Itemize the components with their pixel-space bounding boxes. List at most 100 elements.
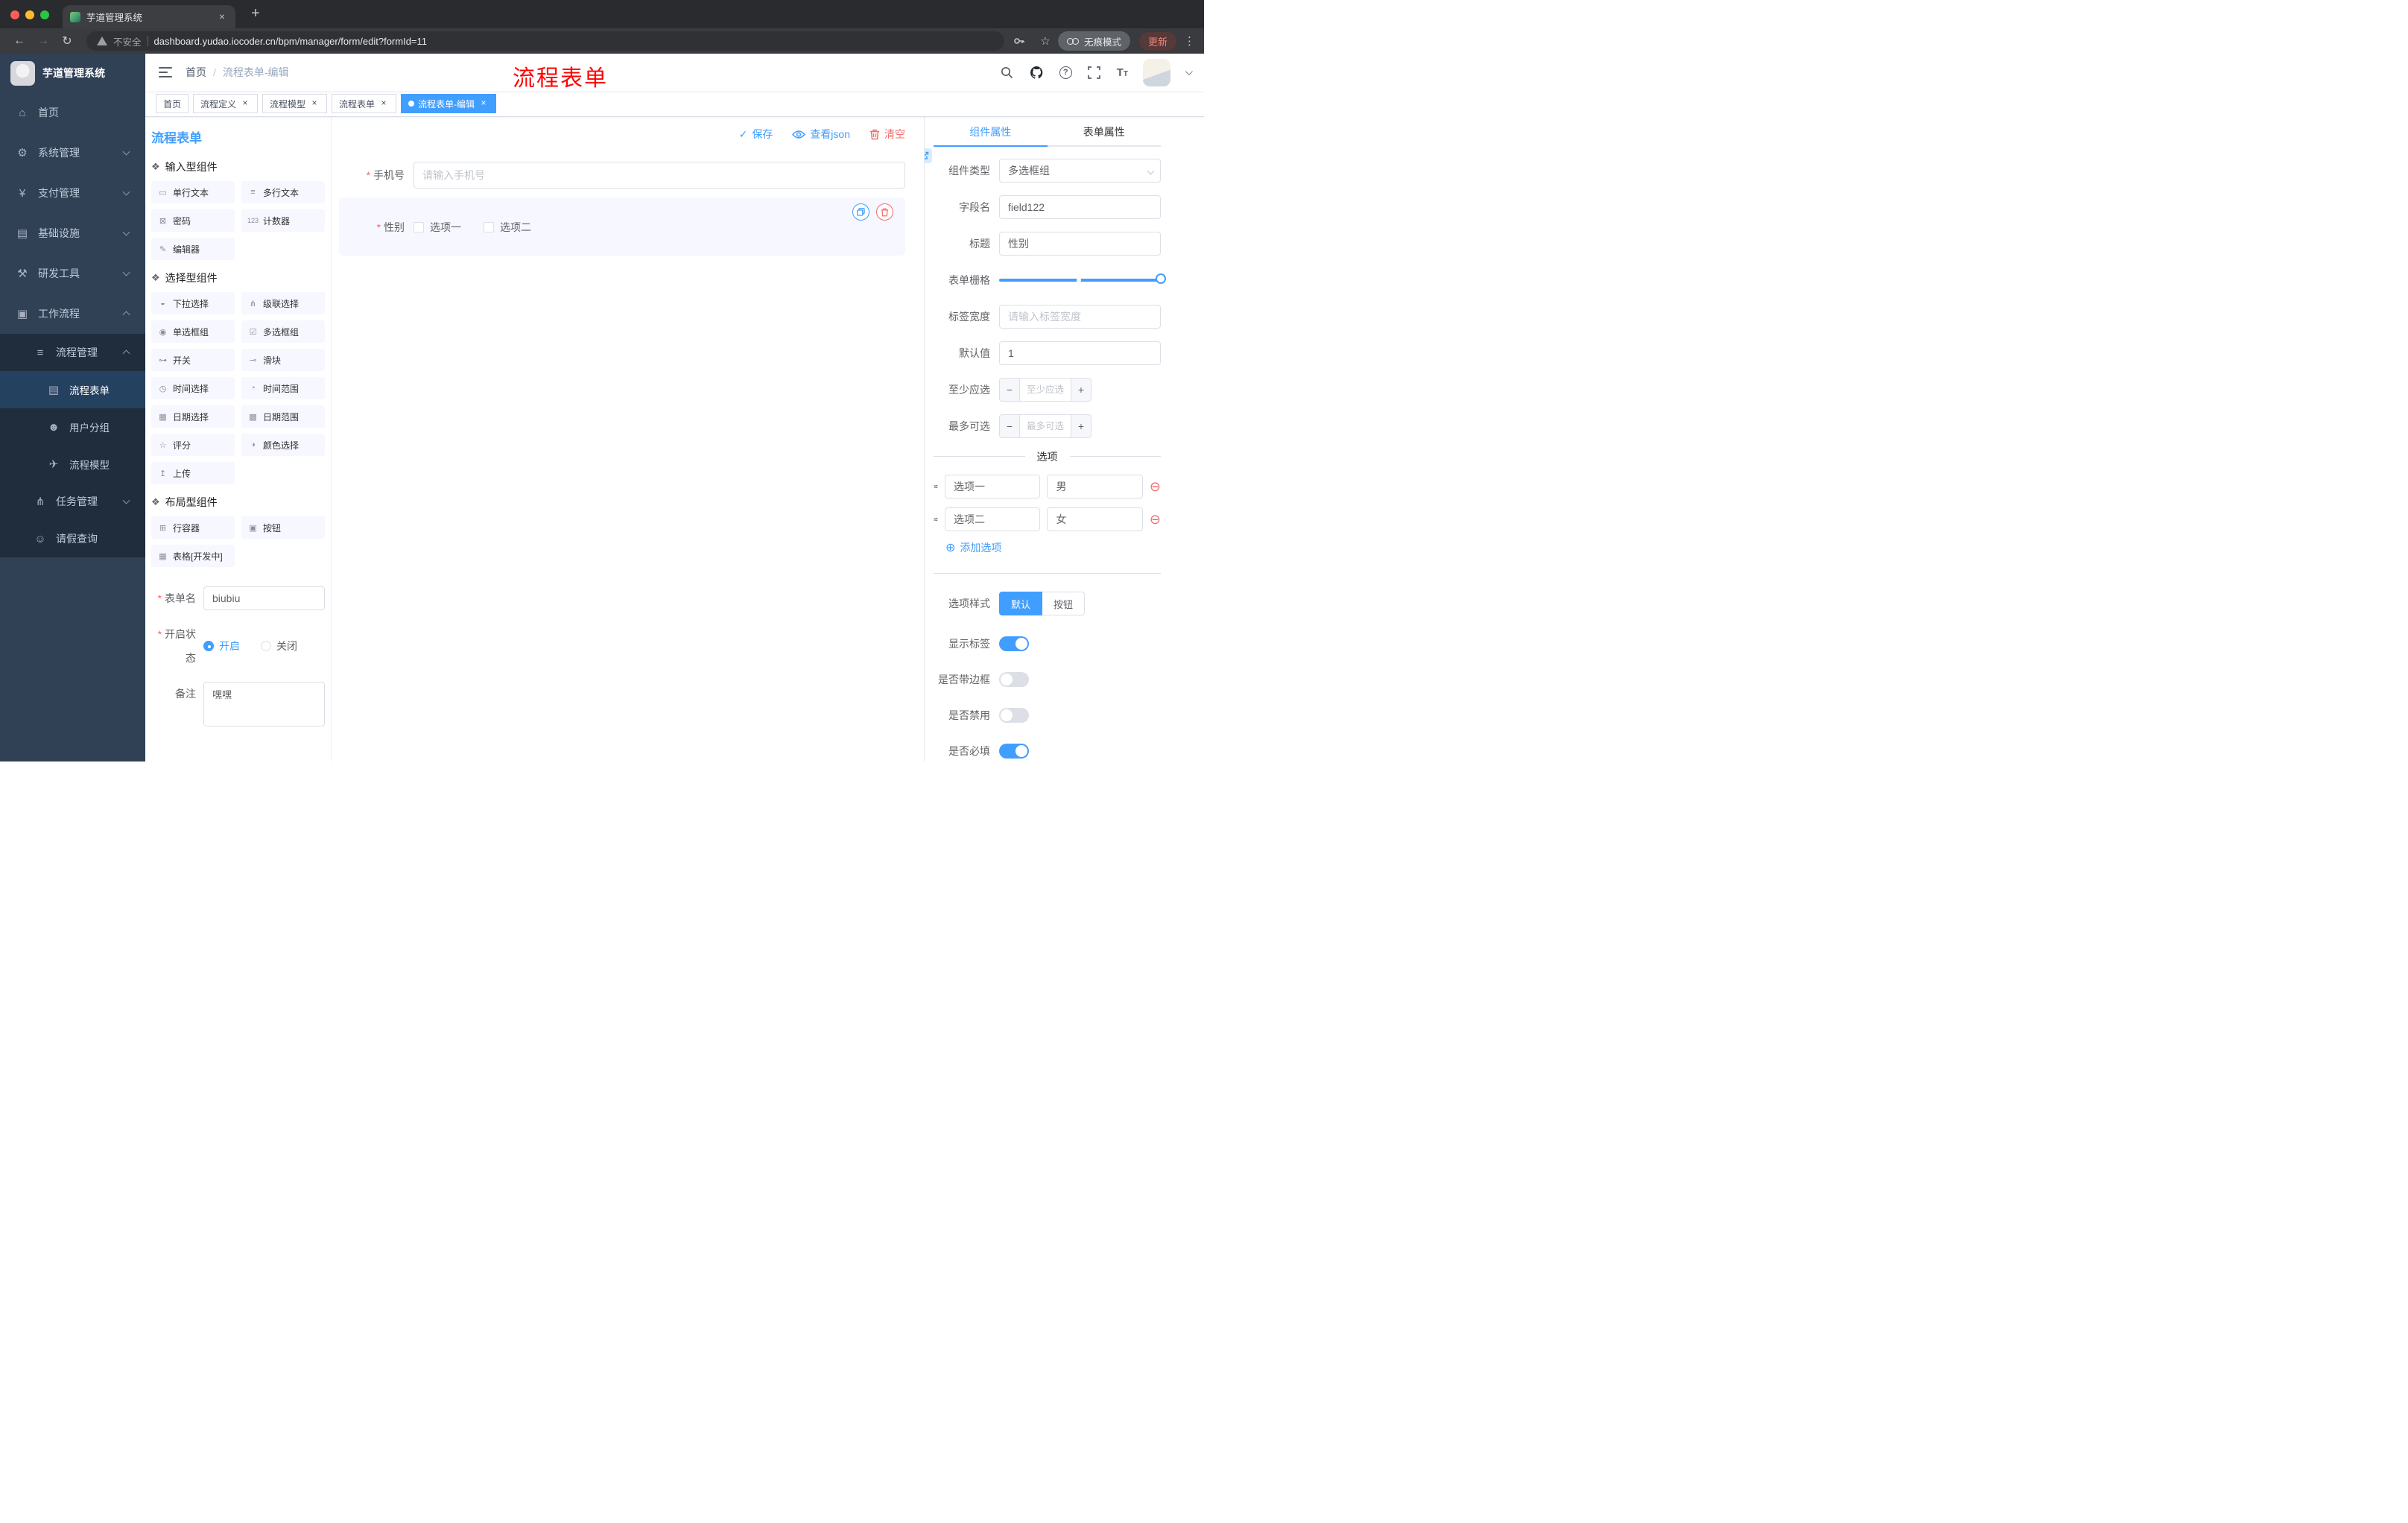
new-tab-button[interactable]: + — [246, 5, 265, 22]
palette-item-upload[interactable]: ↥ 上传 — [151, 462, 235, 484]
show-label-toggle[interactable] — [999, 636, 1029, 651]
help-icon[interactable]: ? — [1059, 66, 1072, 79]
view-json-button[interactable]: 查看json — [792, 127, 850, 142]
palette-item-date-range[interactable]: ▩ 日期范围 — [241, 405, 325, 428]
avatar-caret-icon[interactable] — [1185, 67, 1193, 75]
copy-component-button[interactable] — [852, 203, 869, 221]
tab-form-props[interactable]: 表单属性 — [1048, 117, 1162, 145]
sidebar-item-task-management[interactable]: ⋔ 任务管理 — [0, 483, 145, 520]
canvas-gender-field-selected[interactable]: 性别 选项一 选项二 — [339, 197, 905, 256]
palette-item-cascader[interactable]: ⋔ 级联选择 — [241, 292, 325, 314]
sidebar-item-infrastructure[interactable]: ▤ 基础设施 — [0, 213, 145, 253]
palette-item-password[interactable]: ⊠ 密码 — [151, 209, 235, 232]
tab-component-props[interactable]: 组件属性 — [934, 117, 1048, 147]
back-icon[interactable]: ← — [9, 34, 30, 48]
palette-item-single-line-text[interactable]: ▭ 单行文本 — [151, 181, 235, 203]
user-avatar[interactable] — [1143, 58, 1170, 86]
option-label-input[interactable] — [944, 475, 1041, 498]
default-value-input[interactable] — [999, 341, 1161, 365]
sidebar-item-leave-query[interactable]: ☺ 请假查询 — [0, 520, 145, 557]
field-name-input[interactable] — [999, 195, 1161, 219]
palette-item-counter[interactable]: 123 计数器 — [241, 209, 325, 232]
palette-item-table[interactable]: ▦ 表格[开发中] — [151, 545, 235, 567]
maximize-window-button[interactable] — [40, 10, 49, 19]
palette-item-switch[interactable]: ⊶ 开关 — [151, 349, 235, 371]
sidebar-item-user-group[interactable]: ☻ 用户分组 — [0, 408, 145, 446]
palette-item-time-picker[interactable]: ◷ 时间选择 — [151, 377, 235, 399]
option-value-input[interactable] — [1047, 475, 1143, 498]
slider-handle[interactable] — [1156, 273, 1166, 284]
form-canvas[interactable]: 手机号 性别 — [339, 151, 905, 762]
sidebar-item-workflow[interactable]: ▣ 工作流程 — [0, 294, 145, 334]
tagsview-tab-home[interactable]: 首页 — [156, 94, 189, 113]
bookmark-star-icon[interactable]: ☆ — [1036, 34, 1055, 48]
collapse-sidebar-icon[interactable] — [159, 67, 172, 77]
border-toggle[interactable] — [999, 672, 1029, 687]
palette-item-select[interactable]: ◒ 下拉选择 — [151, 292, 235, 314]
tab-close-icon[interactable]: × — [216, 10, 228, 23]
component-type-value[interactable] — [999, 159, 1161, 183]
option-label-input[interactable] — [944, 507, 1041, 531]
browser-tab[interactable]: 芋道管理系统 × — [63, 5, 235, 28]
breadcrumb-home[interactable]: 首页 — [186, 65, 206, 80]
increase-button[interactable]: + — [1071, 379, 1091, 401]
fullscreen-icon[interactable] — [1087, 65, 1102, 80]
font-size-icon[interactable]: TT — [1117, 66, 1128, 79]
reload-icon[interactable]: ↻ — [57, 34, 77, 48]
sidebar-item-process-model[interactable]: ✈ 流程模型 — [0, 446, 145, 483]
add-option-button[interactable]: ⊕ 添加选项 — [945, 540, 1161, 555]
forward-icon[interactable]: → — [33, 34, 54, 48]
decrease-button[interactable]: − — [1000, 379, 1020, 401]
palette-item-multi-line-text[interactable]: ≡ 多行文本 — [241, 181, 325, 203]
close-icon[interactable]: × — [309, 98, 320, 109]
status-on-radio[interactable]: 开启 — [203, 639, 240, 653]
palette-item-checkbox-group[interactable]: ☑ 多选框组 — [241, 320, 325, 343]
palette-item-time-range[interactable]: ◔ 时间范围 — [241, 377, 325, 399]
palette-item-slider[interactable]: ⊸ 滑块 — [241, 349, 325, 371]
browser-menu-icon[interactable]: ⋮ — [1184, 34, 1195, 48]
component-type-select[interactable] — [999, 159, 1161, 183]
style-button-button[interactable]: 按钮 — [1042, 592, 1086, 615]
tagsview-tab-process-form[interactable]: 流程表单 × — [332, 94, 397, 113]
minimize-window-button[interactable] — [25, 10, 34, 19]
title-input[interactable] — [999, 232, 1161, 256]
option-value-input[interactable] — [1047, 507, 1143, 531]
min-select-input[interactable] — [1020, 379, 1071, 401]
status-off-radio[interactable]: 关闭 — [261, 639, 297, 653]
palette-item-editor[interactable]: ✎ 编辑器 — [151, 238, 235, 260]
tagsview-tab-process-definition[interactable]: 流程定义 × — [193, 94, 259, 113]
sidebar-item-process-form[interactable]: ▤ 流程表单 — [0, 371, 145, 408]
palette-item-color-picker[interactable]: ◑ 颜色选择 — [241, 434, 325, 456]
tagsview-tab-process-form-edit[interactable]: 流程表单-编辑 × — [401, 94, 497, 113]
search-icon[interactable] — [1000, 65, 1015, 80]
sidebar-item-system[interactable]: ⚙ 系统管理 — [0, 133, 145, 173]
palette-item-row-container[interactable]: ⊞ 行容器 — [151, 516, 235, 539]
close-window-button[interactable] — [10, 10, 19, 19]
tagsview-tab-process-model[interactable]: 流程模型 × — [262, 94, 328, 113]
palette-item-rate[interactable]: ☆ 评分 — [151, 434, 235, 456]
grid-slider[interactable] — [999, 268, 1166, 292]
github-icon[interactable] — [1030, 65, 1045, 80]
palette-item-date-picker[interactable]: ▦ 日期选择 — [151, 405, 235, 428]
clear-button[interactable]: 清空 — [869, 127, 905, 142]
gender-option1-checkbox[interactable]: 选项一 — [414, 220, 461, 235]
canvas-phone-field[interactable]: 手机号 — [339, 162, 905, 189]
disabled-toggle[interactable] — [999, 708, 1029, 723]
password-key-icon[interactable] — [1013, 35, 1033, 47]
sidebar-logo[interactable]: 芋道管理系统 — [0, 54, 145, 92]
drag-handle-icon[interactable] — [934, 481, 938, 493]
palette-item-radio-group[interactable]: ◉ 单选框组 — [151, 320, 235, 343]
form-name-input[interactable] — [203, 586, 325, 610]
max-select-input[interactable] — [1020, 415, 1071, 437]
remove-option-icon[interactable]: ⊖ — [1150, 480, 1161, 493]
form-remark-textarea[interactable]: 嘿嘿 — [203, 682, 325, 726]
link-icon[interactable] — [925, 148, 932, 163]
style-default-button[interactable]: 默认 — [999, 592, 1043, 615]
label-width-input[interactable] — [999, 305, 1161, 329]
browser-update-button[interactable]: 更新 — [1138, 31, 1176, 51]
required-toggle[interactable] — [999, 744, 1029, 759]
delete-component-button[interactable] — [876, 203, 893, 221]
sidebar-item-devtools[interactable]: ⚒ 研发工具 — [0, 253, 145, 294]
phone-input[interactable] — [414, 162, 905, 189]
decrease-button[interactable]: − — [1000, 415, 1020, 437]
